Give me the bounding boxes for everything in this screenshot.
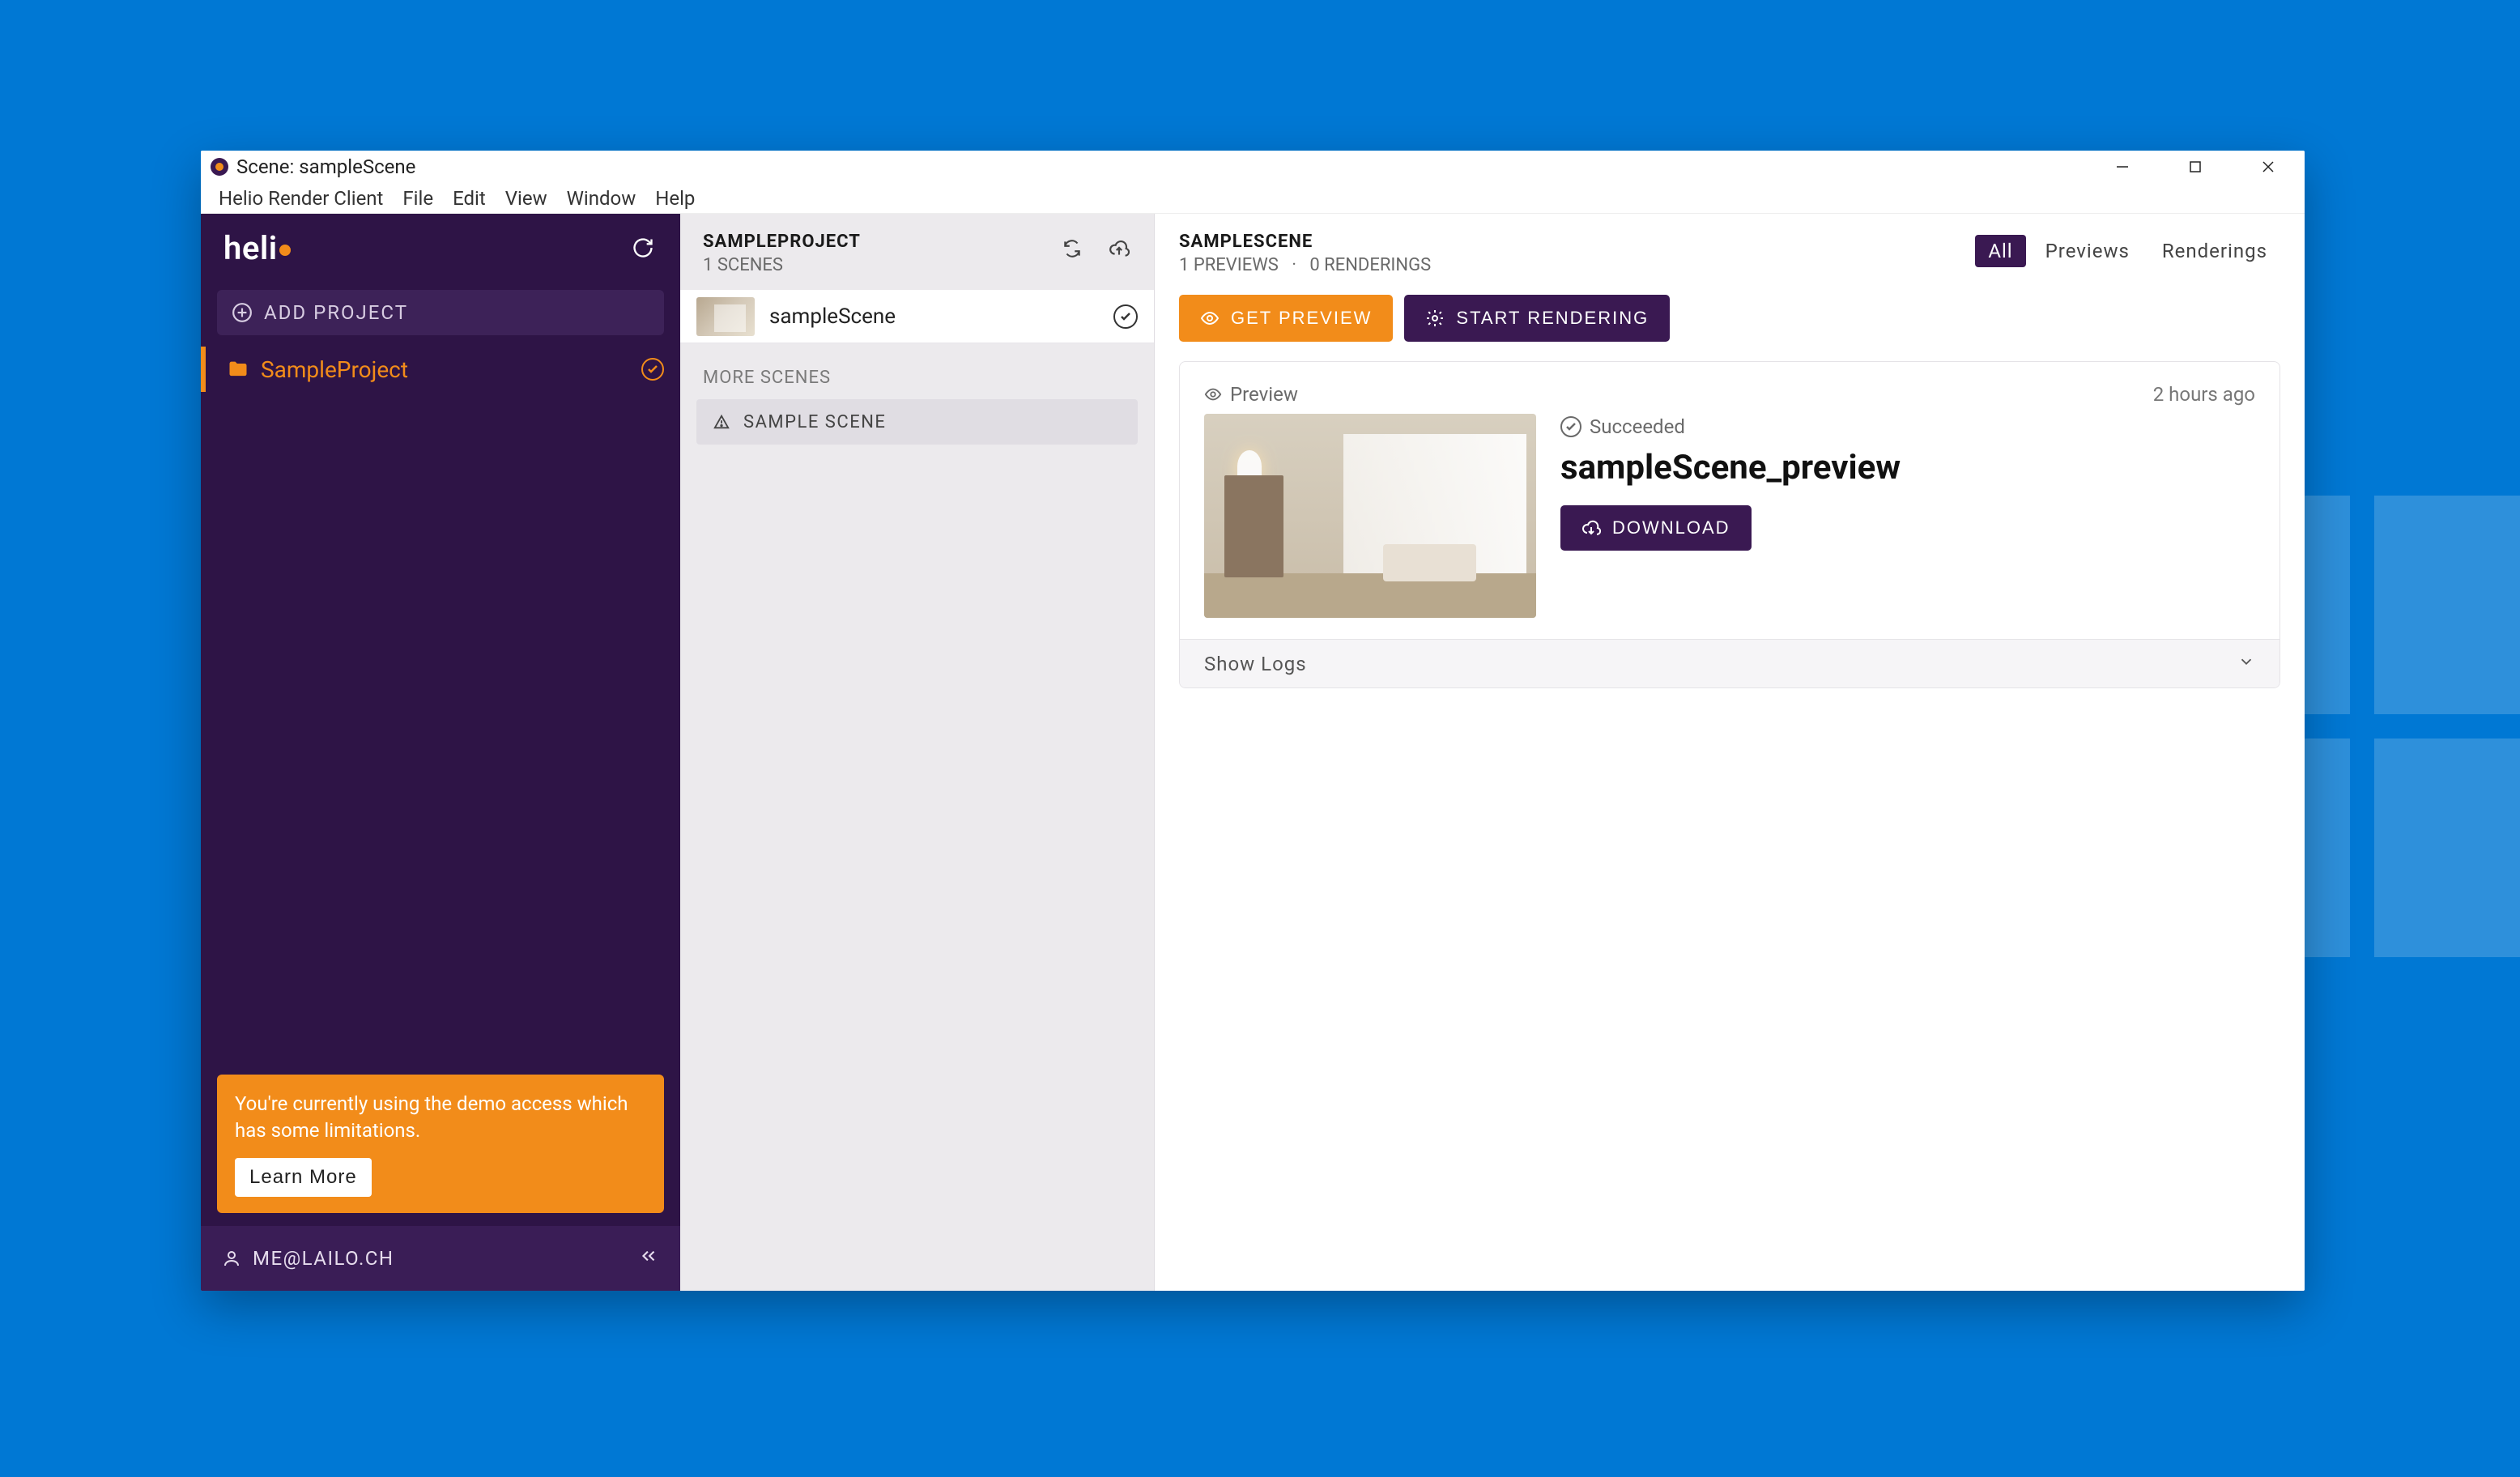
scene-thumbnail xyxy=(696,297,755,336)
more-scene-row[interactable]: SAMPLE SCENE xyxy=(696,399,1138,445)
scenes-header: SAMPLEPROJECT 1 SCENES xyxy=(680,214,1154,290)
main-header: SAMPLESCENE 1 PREVIEWS · 0 RENDERINGS Al… xyxy=(1155,214,2305,290)
project-name: SampleProject xyxy=(261,356,408,383)
render-thumbnail[interactable] xyxy=(1204,414,1536,618)
scene-title: SAMPLESCENE xyxy=(1179,232,1431,252)
demo-banner: You're currently using the demo access w… xyxy=(217,1075,664,1213)
sidebar-footer: ME@LAILO.CH xyxy=(201,1226,680,1291)
menubar: Helio Render Client File Edit View Windo… xyxy=(201,183,2305,214)
add-project-label: ADD PROJECT xyxy=(264,301,408,324)
render-title: sampleScene_preview xyxy=(1560,448,2255,487)
sidebar: heli ADD PROJECT SampleProject You're cu… xyxy=(201,214,680,1291)
menu-help[interactable]: Help xyxy=(645,184,704,213)
scene-row-samplescene[interactable]: sampleScene xyxy=(680,290,1154,343)
scene-name: sampleScene xyxy=(769,304,896,329)
main-panel: SAMPLESCENE 1 PREVIEWS · 0 RENDERINGS Al… xyxy=(1155,214,2305,1291)
action-row: GET PREVIEW START RENDERING xyxy=(1155,290,2305,358)
tab-previews[interactable]: Previews xyxy=(2033,235,2143,267)
check-icon xyxy=(1113,304,1138,329)
titlebar[interactable]: Scene: sampleScene xyxy=(201,151,2305,183)
filter-tabs: All Previews Renderings xyxy=(1975,232,2280,267)
menu-window[interactable]: Window xyxy=(557,184,646,213)
more-scenes-label: MORE SCENES xyxy=(680,343,1154,399)
more-scene-name: SAMPLE SCENE xyxy=(743,412,886,432)
logo: heli xyxy=(223,229,291,267)
render-timestamp: 2 hours ago xyxy=(2153,383,2255,406)
scenes-count: 1 SCENES xyxy=(703,255,861,275)
sidebar-project-sampleproject[interactable]: SampleProject xyxy=(201,347,680,392)
app-icon xyxy=(211,158,228,176)
add-project-button[interactable]: ADD PROJECT xyxy=(217,290,664,335)
scenes-column: SAMPLEPROJECT 1 SCENES sampleScene MORE … xyxy=(680,214,1155,1291)
menu-view[interactable]: View xyxy=(496,184,557,213)
window-controls xyxy=(2086,151,2305,183)
project-title: SAMPLEPROJECT xyxy=(703,232,861,252)
user-email: ME@LAILO.CH xyxy=(253,1247,394,1270)
sync-icon[interactable] xyxy=(1060,236,1084,261)
success-icon xyxy=(1560,416,1581,437)
tab-all[interactable]: All xyxy=(1975,235,2025,267)
menu-edit[interactable]: Edit xyxy=(443,184,496,213)
chevron-down-icon xyxy=(2237,653,2255,675)
menu-helio[interactable]: Helio Render Client xyxy=(209,184,393,213)
tab-renderings[interactable]: Renderings xyxy=(2149,235,2280,267)
renderings-count: 0 RENDERINGS xyxy=(1309,255,1431,275)
render-type-label: Preview xyxy=(1204,383,1536,406)
show-logs-toggle[interactable]: Show Logs xyxy=(1180,639,2279,687)
check-icon xyxy=(641,358,664,381)
cloud-upload-icon[interactable] xyxy=(1107,236,1131,261)
start-rendering-button[interactable]: START RENDERING xyxy=(1404,295,1670,342)
render-status: Succeeded xyxy=(1560,415,2255,438)
maximize-button[interactable] xyxy=(2159,151,2232,183)
menu-file[interactable]: File xyxy=(393,184,443,213)
collapse-sidebar-button[interactable] xyxy=(638,1245,659,1271)
render-card: Preview 2 hours ago Succeeded sampleScen… xyxy=(1179,361,2280,688)
window-title: Scene: sampleScene xyxy=(236,155,415,178)
close-button[interactable] xyxy=(2232,151,2305,183)
demo-banner-text: You're currently using the demo access w… xyxy=(235,1091,646,1145)
previews-count: 1 PREVIEWS xyxy=(1179,255,1279,275)
download-button[interactable]: DOWNLOAD xyxy=(1560,505,1752,551)
refresh-button[interactable] xyxy=(628,233,658,262)
learn-more-button[interactable]: Learn More xyxy=(235,1158,372,1197)
get-preview-button[interactable]: GET PREVIEW xyxy=(1179,295,1393,342)
minimize-button[interactable] xyxy=(2086,151,2159,183)
app-window: Scene: sampleScene Helio Render Client F… xyxy=(201,151,2305,1291)
